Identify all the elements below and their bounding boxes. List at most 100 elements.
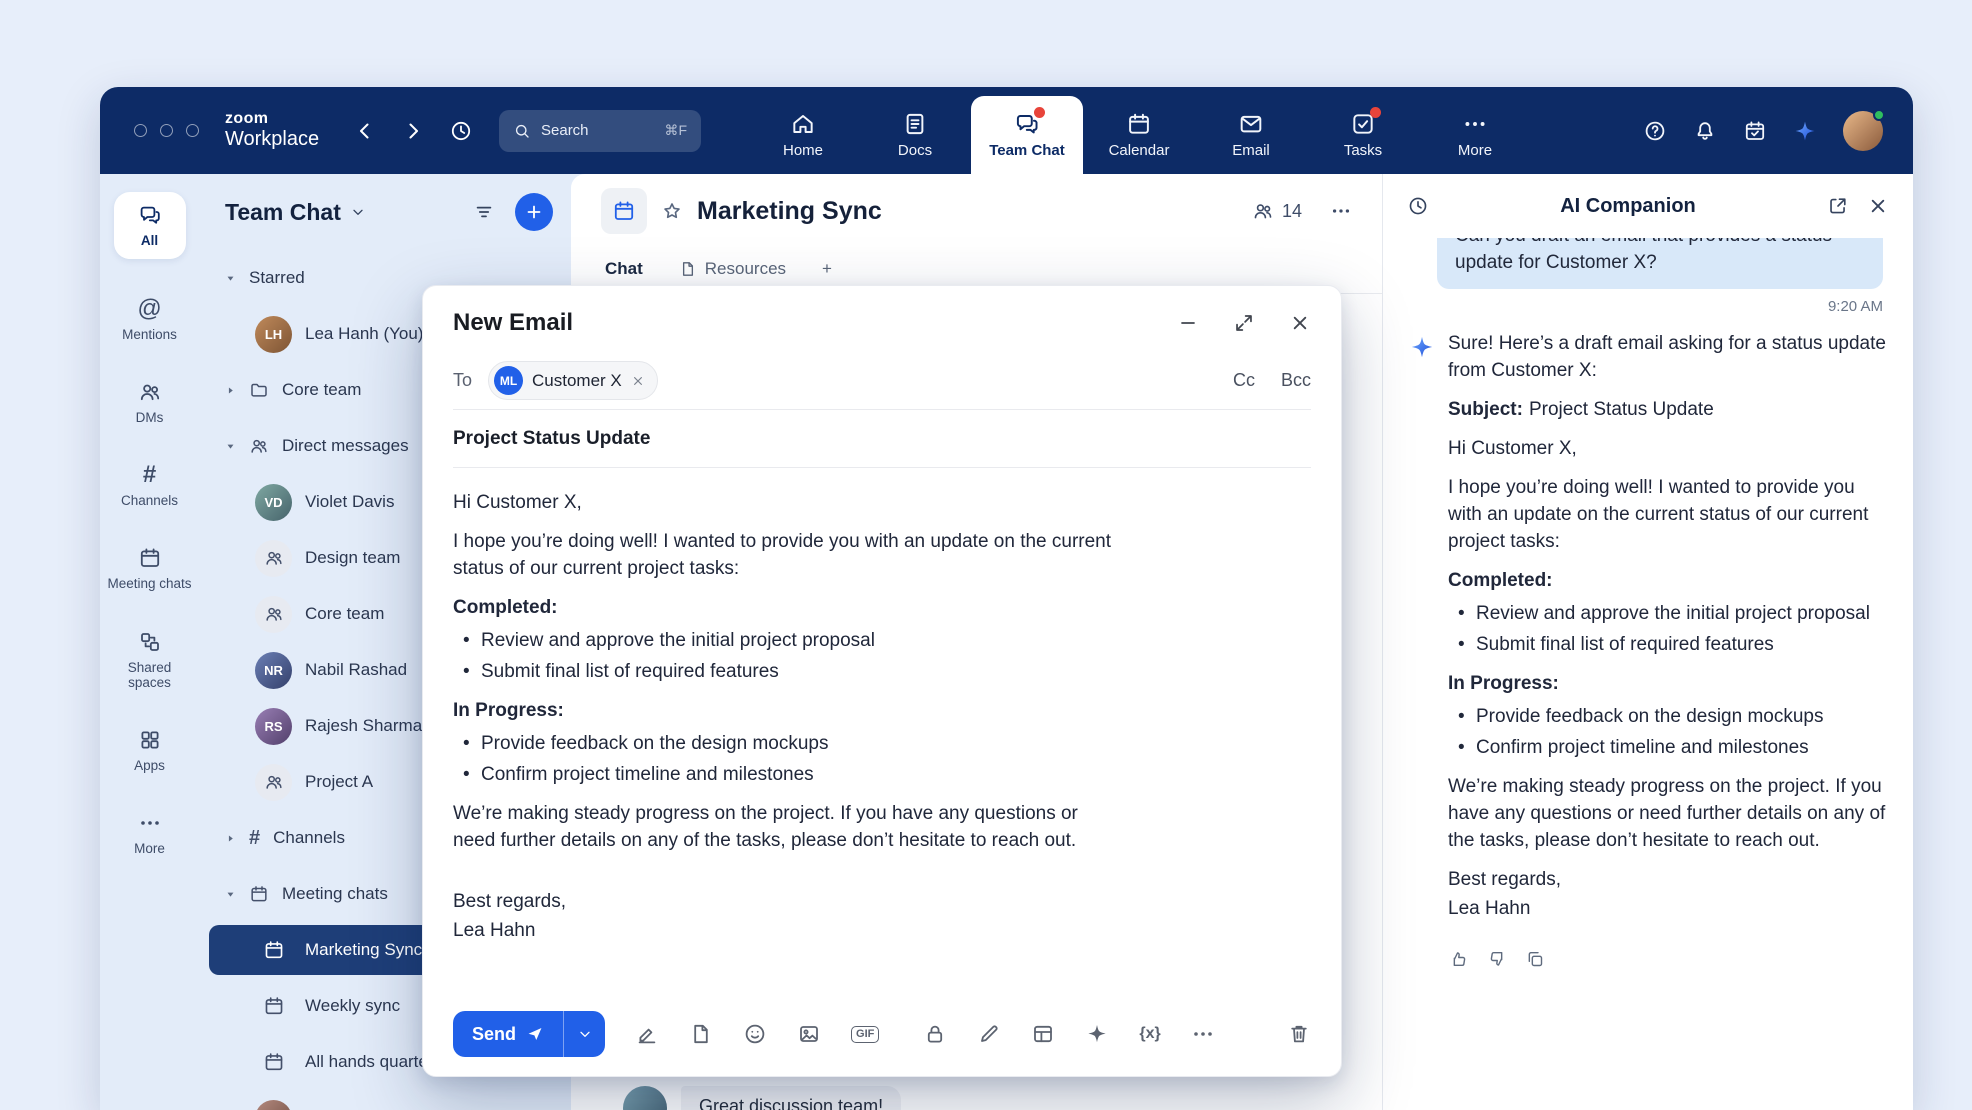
message-bubble: Great discussion team! [681, 1086, 901, 1110]
send-options-button[interactable] [563, 1011, 605, 1057]
window-zoom-dot[interactable] [186, 124, 199, 137]
nav-calendar[interactable]: Calendar [1083, 96, 1195, 174]
team-chat-title-dropdown[interactable]: Team Chat [225, 199, 366, 226]
toolbar-more-icon[interactable] [1191, 1022, 1215, 1046]
rail-apps-label: Apps [134, 758, 165, 773]
nav-home[interactable]: Home [747, 96, 859, 174]
template-icon[interactable] [689, 1022, 713, 1046]
search-input[interactable]: Search ⌘F [499, 110, 701, 152]
chat-more-icon[interactable] [1330, 200, 1352, 222]
chat-row-label: Project A [305, 772, 373, 792]
expand-icon[interactable] [1233, 312, 1255, 334]
copy-icon[interactable] [1525, 949, 1545, 969]
window-minimize-dot[interactable] [160, 124, 173, 137]
minimize-icon[interactable] [1177, 312, 1199, 334]
subject-input-value[interactable]: Project Status Update [453, 428, 650, 450]
section-label: Direct messages [282, 436, 409, 456]
emoji-icon[interactable] [743, 1022, 767, 1046]
ai-feedback-row [1449, 949, 1887, 969]
variables-button[interactable]: {x} [1139, 1025, 1160, 1043]
remove-recipient-icon[interactable] [631, 374, 645, 388]
list-item: Confirm project timeline and milestones [461, 762, 1113, 789]
signature-icon[interactable] [635, 1022, 659, 1046]
compose-toolbar: Send GIF {x} [453, 1000, 1311, 1076]
cc-link[interactable]: Cc [1233, 370, 1255, 391]
recipient-chip[interactable]: ML Customer X [488, 361, 658, 400]
help-icon[interactable] [1643, 119, 1667, 143]
send-button[interactable]: Send [453, 1011, 563, 1057]
filter-icon[interactable] [473, 201, 495, 223]
calendar-icon [249, 884, 269, 904]
members-count[interactable]: 14 [1252, 200, 1302, 222]
forward-icon[interactable] [401, 119, 425, 143]
history-icon[interactable] [449, 119, 473, 143]
nav-email[interactable]: Email [1195, 96, 1307, 174]
new-chat-button[interactable] [515, 193, 553, 231]
ai-intro: Sure! Here’s a draft email asking for a … [1448, 331, 1887, 385]
send-split-button: Send [453, 1011, 605, 1057]
rail-item-channels[interactable]: # Channels [107, 463, 193, 508]
meeting-chats-icon [138, 546, 162, 570]
list-item: Review and approve the initial project p… [461, 628, 1113, 655]
rail-item-mentions[interactable]: @ Mentions [107, 297, 193, 342]
back-icon[interactable] [353, 119, 377, 143]
nav-email-label: Email [1232, 142, 1270, 159]
ai-signoff: Best regards, [1448, 867, 1887, 894]
lock-icon[interactable] [923, 1022, 947, 1046]
rail-item-meeting-chats[interactable]: Meeting chats [107, 546, 193, 591]
subject-field-row[interactable]: Project Status Update [453, 410, 1311, 468]
notifications-bell-icon[interactable] [1693, 119, 1717, 143]
bcc-link[interactable]: Bcc [1281, 370, 1311, 391]
email-closing: We’re making steady progress on the proj… [453, 801, 1113, 855]
user-avatar[interactable] [1843, 111, 1883, 151]
group-avatar [255, 596, 292, 633]
collapse-triangle-icon [225, 273, 236, 284]
close-icon[interactable] [1289, 312, 1311, 334]
rail-item-all[interactable]: All [114, 192, 186, 259]
section-label: Channels [273, 828, 345, 848]
pencil-icon[interactable] [977, 1022, 1001, 1046]
send-label: Send [472, 1024, 516, 1045]
nav-team-chat[interactable]: Team Chat [971, 96, 1083, 174]
rail-item-more[interactable]: More [107, 811, 193, 856]
nav-tasks[interactable]: Tasks [1307, 96, 1419, 174]
ai-companion-sparkle-icon[interactable] [1793, 119, 1817, 143]
trash-icon[interactable] [1287, 1022, 1311, 1046]
avatar: LR [255, 1100, 292, 1110]
rail-meeting-chats-label: Meeting chats [107, 576, 191, 591]
rail-item-dms[interactable]: DMs [107, 380, 193, 425]
people-icon [249, 436, 269, 456]
ai-subject-label: Subject: [1448, 399, 1523, 420]
ai-para1: I hope you’re doing well! I wanted to pr… [1448, 475, 1887, 556]
ai-subject-line: Subject:Project Status Update [1448, 397, 1887, 424]
rail-item-apps[interactable]: Apps [107, 728, 193, 773]
email-completed-label: Completed: [453, 595, 1113, 622]
nav-more[interactable]: More [1419, 96, 1531, 174]
ai-sparkle-icon[interactable] [1085, 1022, 1109, 1046]
logo-workplace-text: Workplace [225, 128, 329, 150]
layout-icon[interactable] [1031, 1022, 1055, 1046]
dms-people-icon [138, 380, 162, 404]
chat-row-label: Design team [305, 548, 400, 568]
nav-home-label: Home [783, 142, 823, 159]
thumbs-up-icon[interactable] [1449, 949, 1469, 969]
gif-button[interactable]: GIF [851, 1026, 879, 1043]
email-body-editor[interactable]: Hi Customer X, I hope you’re doing well!… [453, 468, 1311, 1000]
window-close-dot[interactable] [134, 124, 147, 137]
rail-item-shared-spaces[interactable]: Shared spaces [107, 630, 193, 690]
thumbs-down-icon[interactable] [1487, 949, 1507, 969]
nav-docs[interactable]: Docs [859, 96, 971, 174]
to-field-row[interactable]: To ML Customer X Cc Bcc [453, 352, 1311, 410]
calendar-check-icon[interactable] [1743, 119, 1767, 143]
home-icon [790, 111, 816, 137]
calendar-icon [612, 199, 636, 223]
close-icon[interactable] [1867, 195, 1889, 217]
history-icon[interactable] [1407, 195, 1429, 217]
image-icon[interactable] [797, 1022, 821, 1046]
open-in-new-icon[interactable] [1827, 195, 1849, 217]
calendar-icon [1126, 111, 1152, 137]
list-item: Submit final list of required features [461, 659, 1113, 686]
star-icon[interactable] [661, 200, 683, 222]
collapse-triangle-icon [225, 889, 236, 900]
chat-row-lea-rajesh[interactable]: LR Lea/Rajesh 1:1 [199, 1090, 571, 1110]
